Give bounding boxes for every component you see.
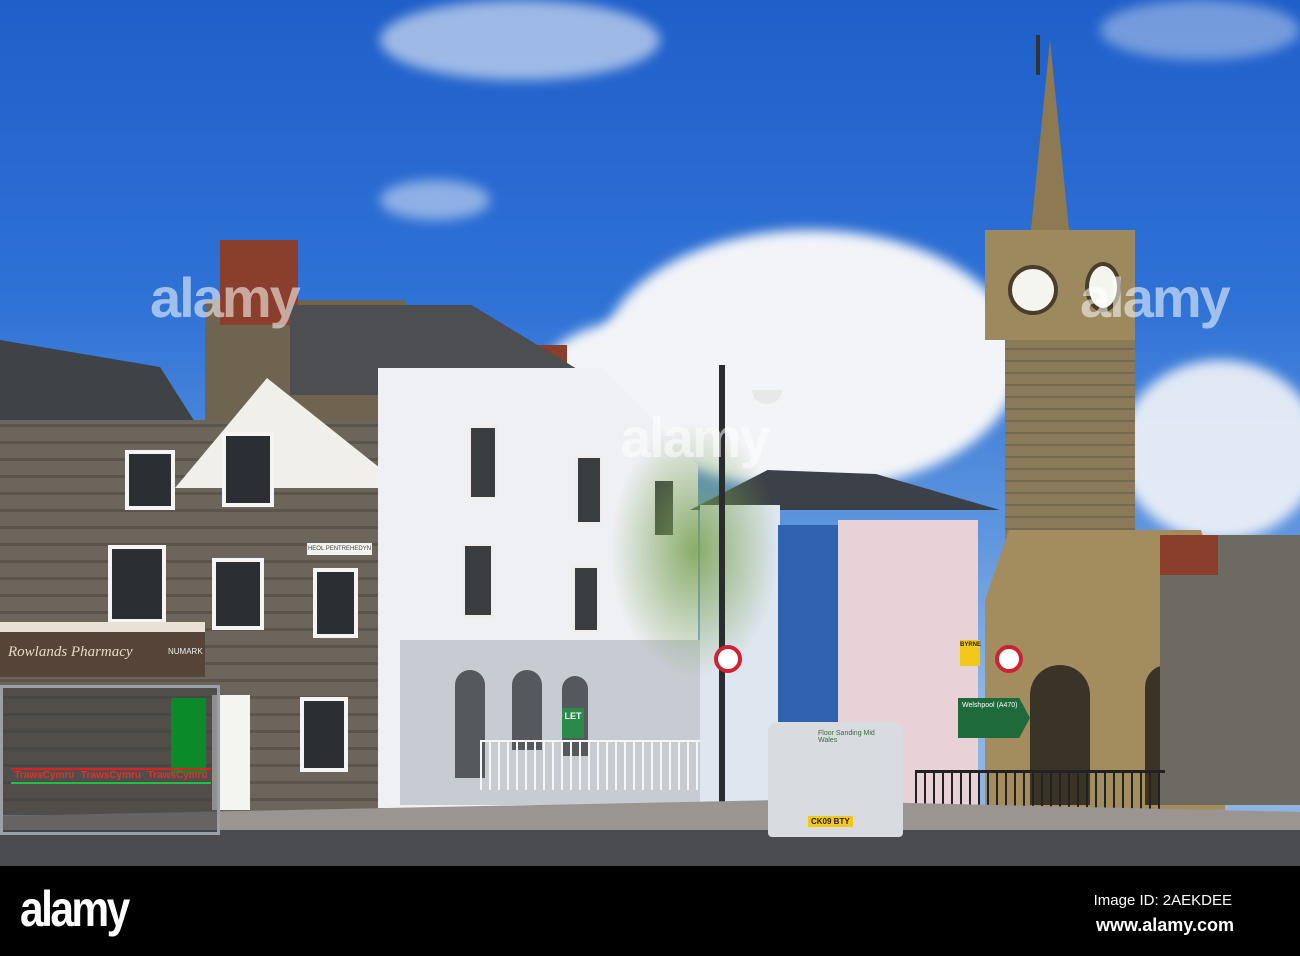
- street-photo: HEOL PENTREHEDYN Rowlands Pharmacy NUMAR…: [0, 0, 1300, 866]
- scaffold-sign: BYRNE: [960, 640, 981, 666]
- trawscymru-band: TrawsCymru TrawsCymru TrawsCymru: [11, 768, 211, 784]
- pharmacy-name: Rowlands Pharmacy: [8, 644, 133, 660]
- image-id: Image ID: 2AEKDEE: [1093, 892, 1232, 909]
- chimney: [1160, 535, 1218, 575]
- watermark-footer: [0, 866, 1300, 956]
- cloud: [380, 180, 490, 220]
- window: [462, 543, 494, 618]
- white-railings: [480, 740, 710, 790]
- window: [222, 432, 274, 507]
- slate-roof: [0, 340, 200, 430]
- van-livery: Floor Sanding Mid Wales: [818, 730, 875, 744]
- pharmacy-brand: NUMARK: [168, 647, 203, 656]
- alamy-logo: alamy: [20, 881, 130, 937]
- number-plate: CK09 BTY: [808, 816, 853, 827]
- watermark: alamy: [1080, 266, 1231, 329]
- direction-sign: Welshpool (A470): [958, 698, 1030, 738]
- trawscymru-label: TrawsCymru: [80, 770, 141, 781]
- watermark: alamy: [620, 406, 771, 469]
- right-building: [1160, 535, 1300, 805]
- window: [468, 425, 498, 500]
- green-panel: [171, 698, 206, 773]
- window: [313, 568, 358, 638]
- clock-face: [1008, 265, 1058, 315]
- tower-shaft: [1005, 340, 1135, 540]
- site-url: www.alamy.com: [1095, 915, 1234, 935]
- window: [572, 565, 600, 633]
- window: [300, 697, 348, 772]
- window: [108, 545, 166, 623]
- window: [212, 558, 264, 630]
- cloud: [380, 0, 660, 80]
- weather-vane: [1036, 35, 1040, 75]
- street-name-sign: HEOL PENTREHEDYN: [307, 543, 372, 555]
- trawscymru-label: TrawsCymru: [14, 770, 75, 781]
- pharmacy-fascia: Rowlands Pharmacy NUMARK: [0, 622, 205, 677]
- cloud: [1120, 360, 1300, 540]
- bus-shelter: TrawsCymru TrawsCymru TrawsCymru: [0, 685, 220, 835]
- cloud: [1100, 0, 1300, 60]
- road: [0, 830, 1300, 866]
- watermark: alamy: [150, 266, 301, 329]
- trawscymru-label: TrawsCymru: [147, 770, 208, 781]
- white-van: Floor Sanding Mid Wales CK09 BTY: [768, 722, 903, 837]
- to-let-sign: LET: [562, 708, 584, 738]
- no-entry-sign: [714, 645, 742, 673]
- window: [575, 455, 603, 525]
- window: [125, 450, 175, 510]
- arched-window: [512, 670, 542, 750]
- no-entry-sign: [995, 645, 1023, 673]
